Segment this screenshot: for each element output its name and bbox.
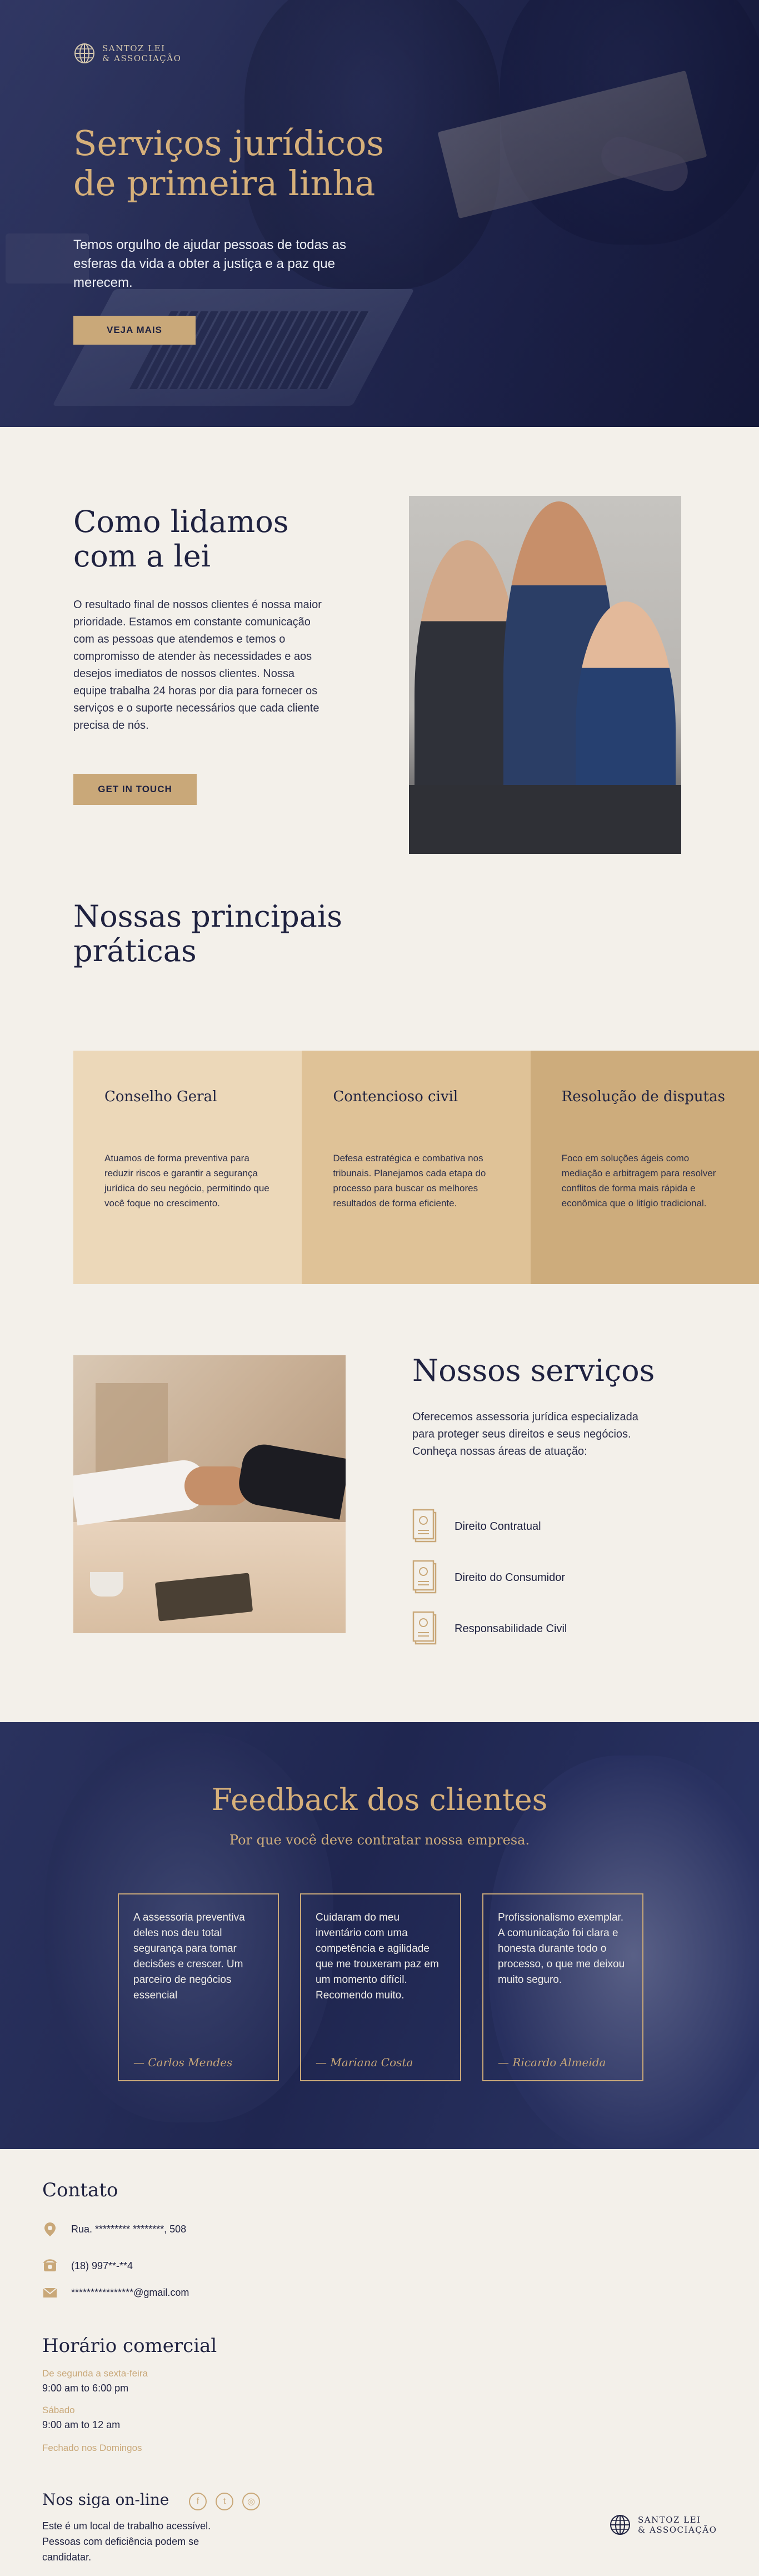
hours-weekday-value: 9:00 am to 6:00 pm xyxy=(42,2383,129,2394)
service-item-label: Responsabilidade Civil xyxy=(455,1622,567,1635)
contact-email-text: ****************@gmail.com xyxy=(71,2286,189,2298)
brand-name-line1: SANTOZ LEI xyxy=(102,43,166,53)
feedback-title: Feedback dos clientes xyxy=(211,1782,548,1817)
practice-card-text: Atuamos de forma preventiva para reduzir… xyxy=(104,1153,269,1209)
how-text: O resultado final de nossos clientes é n… xyxy=(73,599,322,732)
brand-logo[interactable]: SANTOZ LEI & ASSOCIAÇÃO xyxy=(73,42,181,64)
hero-subtitle: Temos orgulho de ajudar pessoas de todas… xyxy=(73,237,346,290)
hero-title: Serviços jurídicos de primeira linha xyxy=(73,123,385,203)
hours-sunday-label: Fechado nos Domingos xyxy=(42,2443,142,2453)
feedback-subtitle: Por que você deve contratar nossa empres… xyxy=(229,1832,530,1848)
facebook-icon[interactable]: f xyxy=(189,2493,207,2510)
contact-address-text: Rua. ********* ********, 508 xyxy=(71,2223,187,2235)
services-section: Nossos serviços Oferecemos assessoria ju… xyxy=(0,1283,759,1722)
hero-section: SANTOZ LEI & ASSOCIAÇÃO Serviços jurídic… xyxy=(0,0,759,427)
contact-email[interactable]: ****************@gmail.com xyxy=(42,2285,189,2300)
practice-card[interactable]: Contencioso civil Defesa estratégica e c… xyxy=(302,1051,531,1284)
service-item-label: Direito do Consumidor xyxy=(455,1571,565,1584)
globe-icon xyxy=(74,43,94,63)
team-photo xyxy=(409,496,681,854)
hours-weekday-label: De segunda a sexta-feira xyxy=(42,2368,148,2379)
how-section: Como lidamos com a lei O resultado final… xyxy=(0,427,759,883)
location-pin-icon xyxy=(44,2222,56,2236)
testimonial-author: — Carlos Mendes xyxy=(133,2056,233,2069)
practice-card-text: Foco em soluções ágeis como mediação e a… xyxy=(561,1153,716,1209)
mail-icon xyxy=(43,2287,57,2297)
phone-icon xyxy=(43,2259,57,2271)
hours-saturday-value: 9:00 am to 12 am xyxy=(42,2419,121,2430)
contact-phone[interactable]: (18) 997**-**4 xyxy=(42,2258,133,2274)
practice-card[interactable]: Conselho Geral Atuamos de forma preventi… xyxy=(73,1051,302,1284)
service-item[interactable]: Direito do Consumidor xyxy=(412,1552,567,1603)
practice-card-title: Resolução de disputas xyxy=(561,1088,725,1105)
services-text: Oferecemos assessoria jurídica especiali… xyxy=(412,1411,638,1458)
practice-card-text: Defesa estratégica e combativa nos tribu… xyxy=(333,1153,486,1209)
practice-cards: Conselho Geral Atuamos de forma preventi… xyxy=(73,1051,759,1284)
twitter-icon[interactable]: t xyxy=(216,2493,233,2510)
practices-title: Nossas principais práticas xyxy=(73,899,342,968)
get-in-touch-button[interactable]: GET IN TOUCH xyxy=(73,774,197,805)
testimonial-author: — Ricardo Almeida xyxy=(498,2056,606,2069)
practices-section: Nossas principais práticas Conselho Gera… xyxy=(0,883,759,1284)
hours-saturday-label: Sábado xyxy=(42,2405,75,2415)
see-more-button[interactable]: VEJA MAIS xyxy=(73,316,196,345)
testimonial-text: Cuidaram do meu inventário com uma compe… xyxy=(316,1912,439,2001)
services-title: Nossos serviços xyxy=(412,1353,655,1388)
services-list: Direito Contratual Direito do Consumidor… xyxy=(412,1501,567,1654)
social-links: f t ◎ xyxy=(189,2493,260,2510)
testimonial-card: Profissionalismo exemplar. A comunicação… xyxy=(482,1893,643,2081)
service-item-label: Direito Contratual xyxy=(455,1520,541,1533)
practice-card-title: Contencioso civil xyxy=(333,1088,458,1105)
testimonial-text: A assessoria preventiva deles nos deu to… xyxy=(133,1912,245,2001)
how-title: Como lidamos com a lei xyxy=(73,504,289,574)
hours-title: Horário comercial xyxy=(42,2335,217,2357)
service-item[interactable]: Responsabilidade Civil xyxy=(412,1603,567,1654)
testimonial-card: A assessoria preventiva deles nos deu to… xyxy=(118,1893,279,2081)
testimonial-list: A assessoria preventiva deles nos deu to… xyxy=(118,1893,643,2081)
feedback-section: Feedback dos clientes Por que você deve … xyxy=(0,1722,759,2149)
handshake-photo xyxy=(73,1355,346,1633)
contact-title: Contato xyxy=(42,2179,118,2201)
accessibility-note: Este é um local de trabalho acessível. P… xyxy=(42,2520,211,2563)
social-title: Nos siga on-line xyxy=(42,2490,169,2509)
footer-brand-line2: & ASSOCIAÇÃO xyxy=(638,2525,717,2535)
service-item[interactable]: Direito Contratual xyxy=(412,1501,567,1552)
footer-logo[interactable]: SANTOZ LEI & ASSOCIAÇÃO xyxy=(609,2514,717,2536)
globe-icon xyxy=(610,2515,630,2535)
document-icon xyxy=(412,1611,437,1645)
practice-card[interactable]: Resolução de disputas Foco em soluções á… xyxy=(530,1051,759,1284)
contact-phone-text: (18) 997**-**4 xyxy=(71,2260,133,2271)
practice-card-title: Conselho Geral xyxy=(104,1088,217,1105)
testimonial-card: Cuidaram do meu inventário com uma compe… xyxy=(300,1893,461,2081)
testimonial-author: — Mariana Costa xyxy=(316,2056,413,2069)
document-icon xyxy=(412,1560,437,1594)
contact-address: Rua. ********* ********, 508 xyxy=(42,2221,186,2237)
document-icon xyxy=(412,1509,437,1543)
footer-brand-line1: SANTOZ LEI xyxy=(638,2515,701,2525)
instagram-icon[interactable]: ◎ xyxy=(242,2493,260,2510)
footer: Contato Rua. ********* ********, 508 (18… xyxy=(0,2149,759,2576)
testimonial-text: Profissionalismo exemplar. A comunicação… xyxy=(498,1912,625,1986)
brand-name-line2: & ASSOCIAÇÃO xyxy=(102,53,182,63)
